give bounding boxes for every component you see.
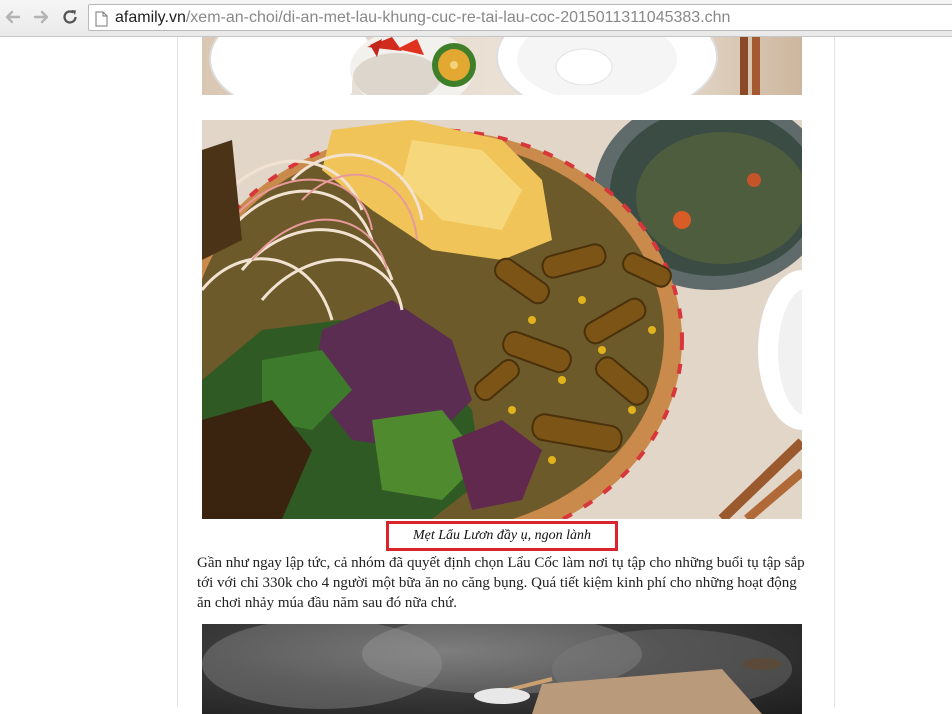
url-path: /xem-an-choi/di-an-met-lau-khung-cuc-re-… — [185, 9, 731, 26]
url-text: afamily.vn/xem-an-choi/di-an-met-lau-khu… — [115, 5, 730, 30]
url-domain: afamily.vn — [115, 9, 186, 26]
article-paragraph: Gần như ngay lập tức, cả nhóm đã quyết đ… — [197, 555, 805, 611]
page-content: Mẹt Lẩu Lươn đầy ụ, ngon lành Gần như ng… — [0, 37, 952, 714]
back-arrow-icon — [4, 8, 22, 26]
reload-icon — [61, 8, 79, 26]
reload-button[interactable] — [59, 6, 81, 28]
article-photo-bottom — [202, 624, 802, 714]
forward-arrow-icon — [32, 8, 50, 26]
back-button[interactable] — [2, 6, 24, 28]
article-photo-top — [202, 37, 802, 95]
article-photo-main — [202, 120, 802, 519]
forward-button[interactable] — [30, 6, 52, 28]
browser-toolbar: afamily.vn/xem-an-choi/di-an-met-lau-khu… — [0, 0, 952, 37]
address-bar[interactable]: afamily.vn/xem-an-choi/di-an-met-lau-khu… — [88, 4, 952, 31]
caption-highlight-box: Mẹt Lẩu Lươn đầy ụ, ngon lành — [386, 521, 618, 551]
image-caption: Mẹt Lẩu Lươn đầy ụ, ngon lành — [412, 528, 592, 543]
page-icon — [95, 10, 108, 30]
